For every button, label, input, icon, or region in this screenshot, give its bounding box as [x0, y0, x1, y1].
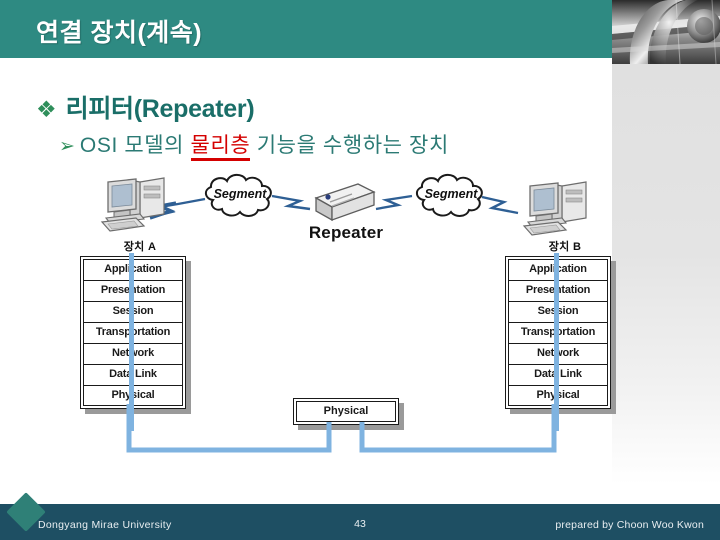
metallic-pipe-photo: [612, 0, 720, 64]
page-title: 연결 장치(계속): [36, 19, 203, 47]
footer-author: prepared by Choon Woo Kwon: [555, 519, 704, 531]
device-a-icon: [96, 176, 174, 243]
bullet-level-2-highlight: 물리층: [190, 134, 251, 161]
diamond-bullet-icon: ❖: [36, 96, 57, 122]
segment-left-label: Segment: [213, 187, 267, 201]
bullet-level-1-label: 리피터(Repeater): [65, 95, 255, 123]
device-a-label: 장치 A: [123, 241, 157, 253]
device-b-label: 장치 B: [548, 241, 582, 253]
bullet-level-2-suffix: 기능을 수행하는 장치: [250, 134, 449, 157]
physical-layer-connectors: [126, 404, 557, 453]
right-gradient-panel: [612, 64, 720, 484]
segment-right-label: Segment: [424, 187, 478, 201]
repeater-label: Repeater: [308, 223, 384, 242]
slide-root: 연결 장치(계속) ❖ 리피터(Repeater) ➢ OSI 모델의 물리층 …: [0, 0, 720, 540]
repeater-icon: [306, 182, 378, 229]
bullet-level-2-label: OSI 모델의 물리층 기능을 수행하는 장치: [79, 129, 449, 161]
device-b-icon: [518, 180, 596, 247]
bullet-level-1: ❖ 리피터(Repeater): [36, 89, 255, 125]
bullet-level-2-prefix: OSI 모델의: [79, 134, 191, 157]
bullet-level-2: ➢ OSI 모델의 물리층 기능을 수행하는 장치: [59, 129, 449, 161]
network-diagram: 장치 A Segment Segment Repeater 장치 B Data …: [0, 168, 612, 468]
arrow-bullet-icon: ➢: [59, 136, 75, 157]
